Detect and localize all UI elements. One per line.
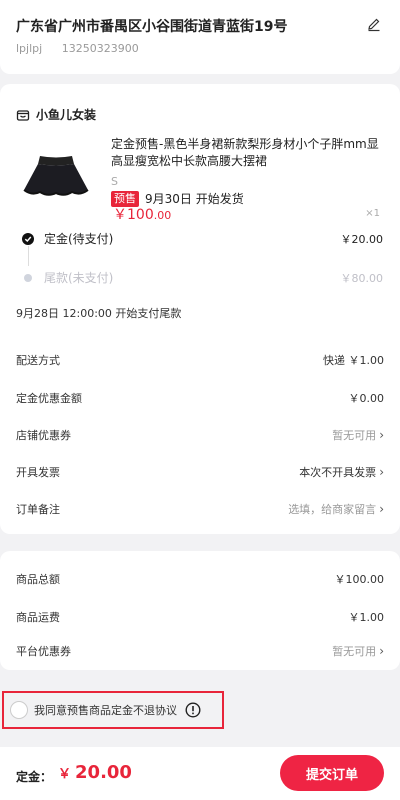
option-invoice[interactable]: 开具发票 本次不开具发票 › bbox=[16, 464, 384, 480]
step-balance-label: 尾款(未支付) bbox=[44, 271, 114, 285]
total-platform-coupon[interactable]: 平台优惠券 暂无可用 › bbox=[16, 643, 384, 659]
dot-icon bbox=[24, 273, 32, 282]
step-balance: 尾款(未支付) bbox=[22, 269, 113, 286]
price-integer: 100 bbox=[127, 207, 154, 223]
chevron-right-icon: › bbox=[379, 465, 384, 479]
option-delivery[interactable]: 配送方式 快递 ￥1.00 bbox=[16, 352, 384, 368]
option-deposit-discount: 定金优惠金额 ￥0.00 bbox=[16, 390, 384, 406]
total-shipping: 商品运费 ￥1.00 bbox=[16, 609, 384, 625]
option-value: ￥0.00 bbox=[348, 392, 385, 405]
total-goods: 商品总额 ￥100.00 bbox=[16, 571, 384, 587]
product-title[interactable]: 定金预售-黑色半身裙新款梨形身材小个子胖mm显高显瘦宽松中长款高腰大摆裙 bbox=[111, 136, 383, 170]
totals-card: 商品总额 ￥100.00 商品运费 ￥1.00 平台优惠券 暂无可用 › bbox=[0, 551, 400, 670]
deposit-currency: ￥ bbox=[58, 767, 72, 782]
chevron-right-icon: › bbox=[379, 428, 384, 442]
option-value: 暂无可用 bbox=[332, 429, 377, 442]
option-label: 店铺优惠券 bbox=[16, 429, 71, 442]
chevron-right-icon: › bbox=[379, 644, 384, 658]
option-label: 配送方式 bbox=[16, 354, 60, 367]
product-spec: S bbox=[111, 175, 118, 188]
agreement-row[interactable]: 我同意预售商品定金不退协议 bbox=[2, 691, 224, 729]
deposit-amount: 20.00 bbox=[75, 762, 132, 783]
price-decimal: .00 bbox=[153, 209, 172, 222]
total-label: 平台优惠券 bbox=[16, 645, 71, 658]
total-value: 暂无可用 bbox=[332, 645, 377, 658]
total-value: ￥1.00 bbox=[348, 611, 385, 624]
info-icon[interactable] bbox=[185, 702, 201, 718]
step-deposit: 定金(待支付) bbox=[22, 230, 113, 247]
shop-name: 小鱼儿女装 bbox=[36, 108, 97, 122]
submit-order-button[interactable]: 提交订单 bbox=[280, 755, 384, 791]
option-label: 订单备注 bbox=[16, 503, 60, 516]
recipient-phone: 13250323900 bbox=[61, 42, 139, 55]
check-icon bbox=[22, 232, 34, 245]
product-quantity: ×1 bbox=[365, 208, 380, 219]
product-image[interactable] bbox=[16, 136, 96, 216]
deposit-total: ￥ 20.00 bbox=[58, 762, 132, 783]
agreement-text[interactable]: 我同意预售商品定金不退协议 bbox=[34, 702, 177, 718]
option-value: 快递 ￥1.00 bbox=[323, 354, 384, 367]
shop-icon bbox=[16, 109, 30, 121]
order-card: 小鱼儿女装 定金预售-黑色半身裙新款梨形身材小个子胖mm显高显瘦宽松中长款高腰大… bbox=[0, 84, 400, 534]
total-label: 商品运费 bbox=[16, 611, 60, 624]
address-card[interactable]: 广东省广州市番禺区小谷围街道青蓝街19号 lpjlpj 13250323900 bbox=[0, 0, 400, 74]
option-store-coupon[interactable]: 店铺优惠券 暂无可用 › bbox=[16, 427, 384, 443]
product-price: ￥100.00 bbox=[113, 204, 171, 224]
chevron-right-icon: › bbox=[379, 502, 384, 516]
step-deposit-amount: ￥20.00 bbox=[340, 233, 384, 246]
total-label: 商品总额 bbox=[16, 573, 60, 586]
step-connector bbox=[28, 246, 29, 266]
option-value: 本次不开具发票 bbox=[299, 466, 377, 479]
option-label: 开具发票 bbox=[16, 466, 60, 479]
option-order-note[interactable]: 订单备注 选填，给商家留言 › bbox=[16, 501, 384, 517]
step-balance-amount: ￥80.00 bbox=[340, 272, 384, 285]
step-deposit-label: 定金(待支付) bbox=[44, 232, 114, 246]
balance-payment-note: 9月28日 12:00:00 开始支付尾款 bbox=[16, 307, 182, 320]
shop-header[interactable]: 小鱼儿女装 bbox=[16, 106, 96, 123]
address-title: 广东省广州市番禺区小谷围街道青蓝街19号 bbox=[16, 19, 288, 35]
option-label: 定金优惠金额 bbox=[16, 392, 82, 405]
price-currency: ￥ bbox=[113, 207, 127, 223]
edit-icon[interactable] bbox=[366, 16, 382, 32]
deposit-label: 定金： bbox=[16, 770, 53, 784]
agreement-radio[interactable] bbox=[10, 701, 28, 719]
checkout-bar: 定金： ￥ 20.00 提交订单 bbox=[0, 747, 400, 800]
total-value: ￥100.00 bbox=[334, 573, 385, 586]
recipient-name: lpjlpj bbox=[16, 42, 43, 55]
order-note-input[interactable]: 选填，给商家留言 bbox=[288, 501, 376, 517]
address-contact: lpjlpj 13250323900 bbox=[16, 42, 139, 55]
